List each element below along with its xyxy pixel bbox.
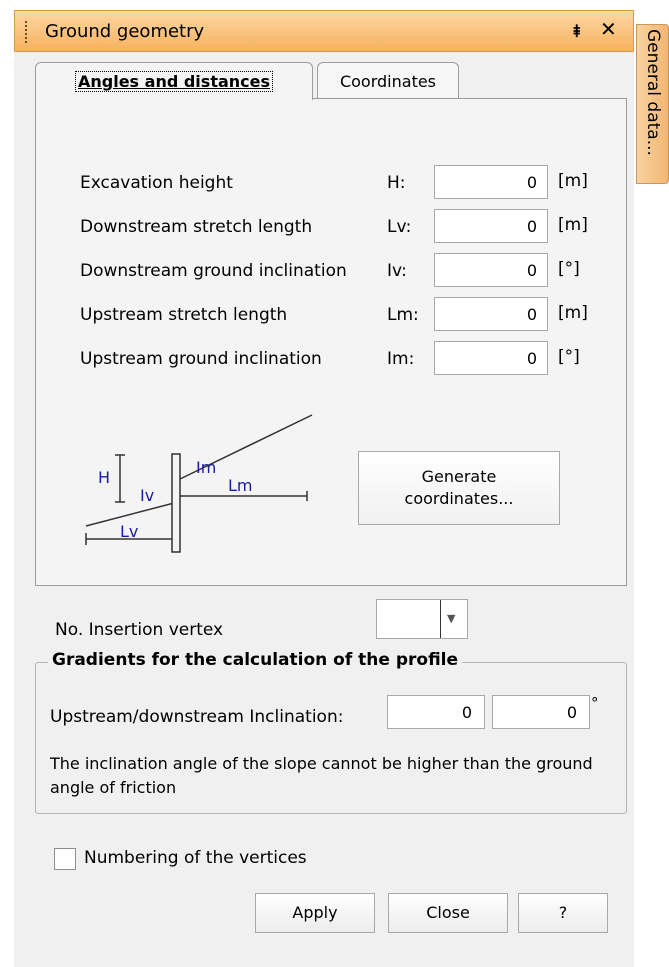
insertion-vertex-label: No. Insertion vertex [55, 620, 224, 640]
panel-title: Ground geometry [45, 21, 205, 42]
label-im: Im [196, 458, 216, 477]
field-symbol: Im: [387, 349, 415, 369]
field-row: Downstream ground inclination Iv: [°] [36, 253, 628, 289]
button-label-line1: Generate [421, 467, 497, 486]
pin-icon[interactable]: ⯒ [573, 19, 580, 48]
field-label: Upstream stretch length [80, 305, 288, 325]
tab-page: Excavation height H: [m] Downstream stre… [35, 98, 627, 586]
field-unit: [m] [558, 171, 588, 191]
label-lm: Lm [228, 476, 253, 495]
gradient-note: The inclination angle of the slope canno… [50, 754, 593, 797]
close-button[interactable]: Close [388, 893, 508, 933]
tab-angles-distances[interactable]: Angles and distances [35, 62, 313, 100]
apply-button[interactable]: Apply [255, 893, 375, 933]
field-symbol: Lm: [387, 305, 419, 325]
upstream-length-input[interactable] [434, 297, 548, 331]
field-label: Excavation height [80, 173, 233, 193]
label-h: H [98, 468, 110, 487]
field-label: Downstream ground inclination [80, 261, 347, 281]
tab-label: Coordinates [339, 72, 437, 91]
insertion-vertex-combo[interactable]: ▼ [376, 599, 468, 639]
panel-titlebar[interactable]: Ground geometry ⯒ ✕ [14, 10, 634, 52]
combo-separator [440, 600, 441, 638]
gradients-group-title: Gradients for the calculation of the pro… [48, 650, 463, 670]
help-button[interactable]: ? [518, 893, 608, 933]
close-icon[interactable]: ✕ [600, 17, 617, 41]
field-unit: [°] [558, 347, 580, 367]
tab-label: Angles and distances [74, 71, 274, 92]
downstream-inclination-input[interactable] [434, 253, 548, 287]
field-symbol: Iv: [387, 261, 407, 281]
wall [171, 453, 181, 553]
upstream-inclination-gradient-input[interactable] [387, 695, 485, 729]
label-iv: Iv [140, 486, 154, 505]
field-label: Downstream stretch length [80, 217, 313, 237]
numbering-label: Numbering of the vertices [84, 848, 307, 868]
inclination-label: Upstream/downstream Inclination: [50, 707, 344, 727]
field-symbol: H: [387, 173, 406, 193]
field-symbol: Lv: [387, 217, 412, 237]
field-label: Upstream ground inclination [80, 349, 322, 369]
button-label-line2: coordinates... [404, 489, 514, 508]
geometry-diagram: H Iv Lv Im Lm [85, 414, 313, 553]
downstream-inclination-gradient-input[interactable] [492, 695, 590, 729]
field-row: Upstream ground inclination Im: [°] [36, 341, 628, 377]
field-row: Downstream stretch length Lv: [m] [36, 209, 628, 245]
upstream-inclination-input[interactable] [434, 341, 548, 375]
generate-coordinates-button[interactable]: Generate coordinates... [358, 451, 560, 525]
field-unit: [m] [558, 303, 588, 323]
field-row: Upstream stretch length Lm: [m] [36, 297, 628, 333]
drag-grip-icon[interactable] [25, 21, 29, 43]
degree-unit: ° [591, 694, 599, 712]
side-tab-label: General data... [643, 29, 663, 156]
numbering-checkbox[interactable] [54, 848, 76, 870]
field-unit: [m] [558, 215, 588, 235]
field-unit: [°] [558, 259, 580, 279]
excavation-height-input[interactable] [434, 165, 548, 199]
chevron-down-icon[interactable]: ▼ [447, 612, 455, 625]
label-lv: Lv [120, 522, 138, 541]
field-row: Excavation height H: [m] [36, 165, 628, 201]
tab-coordinates[interactable]: Coordinates [317, 62, 459, 100]
downstream-length-input[interactable] [434, 209, 548, 243]
side-tab-general-data[interactable]: General data... [636, 24, 669, 184]
tab-strip: Angles and distances Coordinates [35, 62, 635, 100]
